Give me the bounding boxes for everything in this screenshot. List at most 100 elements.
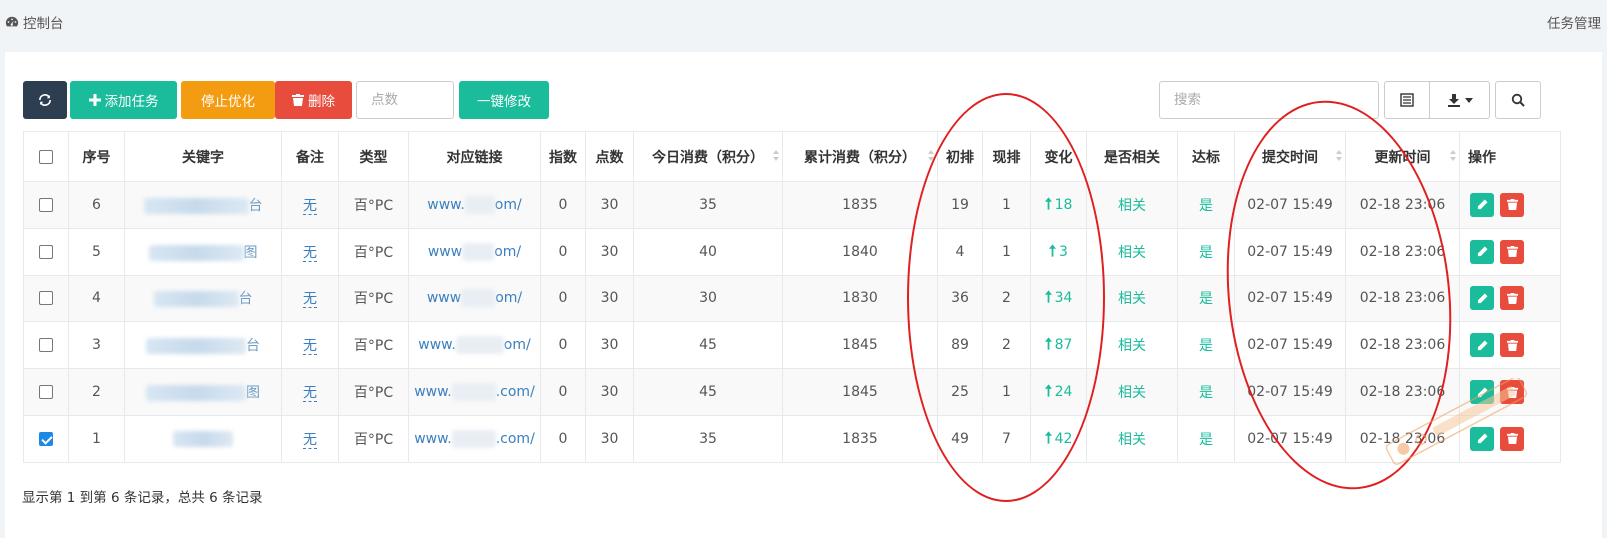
row-points: 30 [585,321,634,370]
url-prefix: www. [427,196,465,213]
points-input[interactable] [356,81,454,119]
search-button[interactable] [1495,81,1541,119]
row-points: 30 [585,227,634,276]
row-change: 24 [1030,368,1087,416]
row-note[interactable]: 无 [281,227,339,276]
row-note[interactable]: 无 [281,368,339,416]
trash-icon [1506,386,1518,398]
delete-row-button[interactable] [1500,286,1524,311]
delete-row-button[interactable] [1500,239,1524,264]
redacted-keyword [146,385,246,402]
stop-optimize-button[interactable]: 停止优化 [181,81,275,119]
row-checkbox[interactable] [39,197,53,212]
export-button[interactable] [1429,81,1490,119]
note-link[interactable]: 无 [303,244,317,262]
row-reached: 是 [1177,181,1235,229]
row-select-cell[interactable] [23,274,69,323]
url-link[interactable]: www. .com/ [414,429,535,448]
change-value: 42 [1054,430,1073,447]
row-select-cell[interactable] [23,414,69,463]
row-checkbox[interactable] [39,385,53,400]
keyword-tail: 台 [248,197,263,214]
row-link[interactable]: www. om/ [408,181,541,229]
page-title: 任务管理 [1547,16,1601,32]
delete-row-button[interactable] [1500,333,1524,358]
add-task-button[interactable]: 添加任务 [70,81,177,119]
row-related: 相关 [1086,227,1178,276]
edit-button[interactable] [1470,286,1494,311]
bulk-modify-button[interactable]: 一键修改 [459,81,549,119]
note-link[interactable]: 无 [303,431,317,449]
search-input[interactable] [1159,81,1379,119]
col-today-cost[interactable]: 今日消费（积分） [633,131,783,182]
row-points: 30 [585,414,634,463]
row-total-cost: 1845 [782,321,938,370]
row-initial-rank: 49 [937,414,983,463]
row-submit-time: 02-07 15:49 [1234,368,1346,416]
col-reached: 达标 [1177,131,1235,182]
edit-button[interactable] [1470,239,1494,264]
row-note[interactable]: 无 [281,181,339,229]
row-select-cell[interactable] [23,368,69,416]
redacted-keyword [148,244,244,261]
row-checkbox[interactable] [39,291,53,306]
redacted-domain [464,195,495,214]
table-row: 3 台 无 百°PC www. om/0 30 45 1845 89 2 87 相关是 02-07 15:… [23,321,1561,370]
row-link[interactable]: www. om/ [408,321,541,370]
row-index: 0 [540,321,586,370]
url-link[interactable]: www om/ [428,242,521,261]
url-prefix: www. [414,430,452,447]
col-total-cost[interactable]: 累计消费（积分） [782,131,938,182]
row-link[interactable]: www om/ [408,274,541,323]
note-link[interactable]: 无 [303,291,317,309]
row-points: 30 [585,274,634,323]
refresh-icon [39,94,51,106]
dashboard-icon [5,16,19,27]
row-actions [1459,274,1561,323]
row-update-time: 02-18 23:06 [1345,227,1460,276]
url-link[interactable]: www. om/ [418,336,531,355]
url-link[interactable]: www. .com/ [414,383,535,402]
row-submit-time: 02-07 15:49 [1234,321,1346,370]
keyword-tail: 图 [243,244,258,261]
note-link[interactable]: 无 [303,338,317,356]
row-change: 34 [1030,274,1087,323]
row-select-cell[interactable] [23,181,69,229]
col-update-time[interactable]: 更新时间 [1345,131,1460,182]
row-link[interactable]: www. .com/ [408,414,541,463]
edit-button[interactable] [1470,192,1494,217]
row-checkbox[interactable] [39,244,53,259]
breadcrumb[interactable]: 控制台 [5,12,64,32]
row-type: 百°PC [338,181,409,229]
note-link[interactable]: 无 [303,385,317,403]
url-suffix: .com/ [495,430,535,447]
url-link[interactable]: www. om/ [427,195,522,214]
url-link[interactable]: www om/ [427,289,522,308]
row-select-cell[interactable] [23,321,69,370]
row-select-cell[interactable] [23,227,69,276]
select-all-checkbox[interactable] [39,149,53,164]
refresh-button[interactable] [23,81,67,119]
delete-row-button[interactable] [1500,192,1524,217]
row-note[interactable]: 无 [281,414,339,463]
edit-button[interactable] [1470,426,1494,451]
columns-toggle-button[interactable] [1384,81,1430,119]
row-note[interactable]: 无 [281,274,339,323]
edit-button[interactable] [1470,380,1494,405]
edit-button[interactable] [1470,333,1494,358]
col-submit-time[interactable]: 提交时间 [1234,131,1346,182]
row-update-time: 02-18 23:06 [1345,414,1460,463]
select-all-cell[interactable] [23,131,69,182]
delete-button[interactable]: 删除 [275,81,352,119]
row-link[interactable]: www om/ [408,227,541,276]
delete-row-button[interactable] [1500,426,1524,451]
row-submit-time: 02-07 15:49 [1234,227,1346,276]
row-link[interactable]: www. .com/ [408,368,541,416]
row-index: 0 [540,414,586,463]
row-checkbox[interactable] [39,431,53,446]
row-note[interactable]: 无 [281,321,339,370]
row-checkbox[interactable] [39,338,53,353]
note-link[interactable]: 无 [303,197,317,215]
delete-row-button[interactable] [1500,380,1524,405]
top-bar: 控制台 任务管理 [0,0,1607,48]
